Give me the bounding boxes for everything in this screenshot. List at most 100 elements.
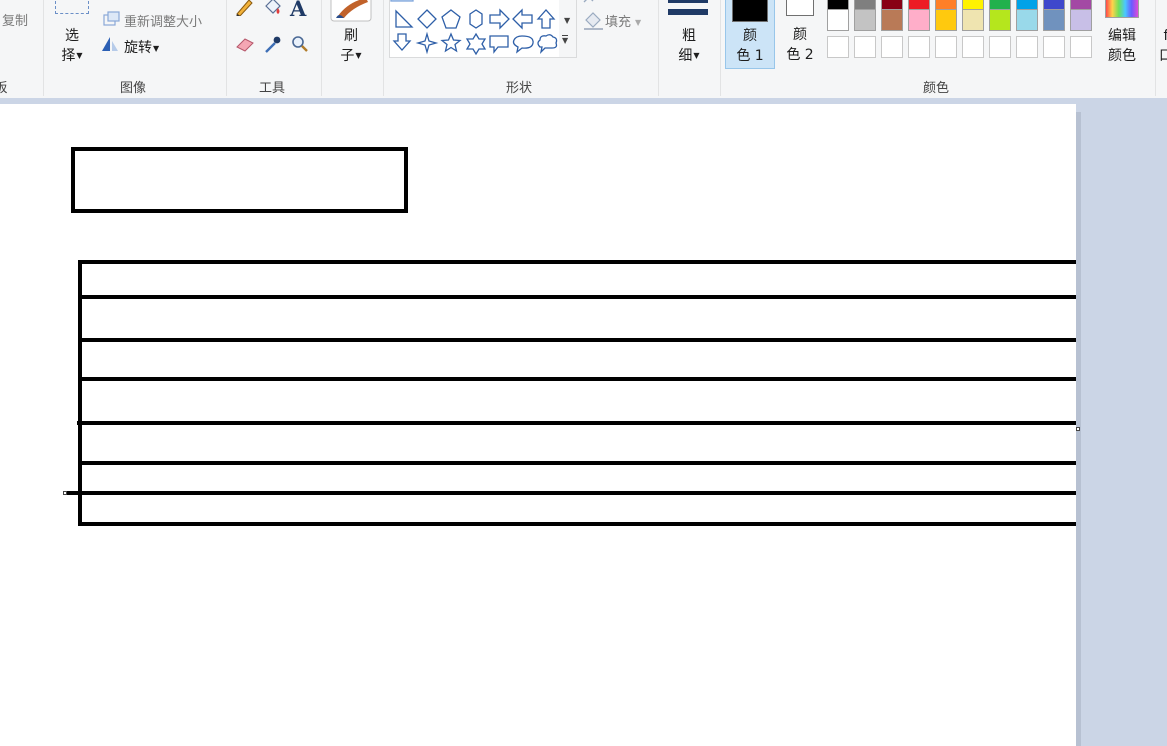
brushes-button[interactable]: 刷 子▼ bbox=[336, 26, 366, 66]
selection-handle[interactable] bbox=[63, 491, 67, 495]
custom-color-slot[interactable] bbox=[935, 36, 957, 58]
palette-swatch[interactable] bbox=[854, 9, 876, 31]
group-separator bbox=[658, 0, 659, 96]
palette-swatch[interactable] bbox=[989, 9, 1011, 31]
palette-swatch[interactable] bbox=[962, 9, 984, 31]
color1-label-line1: 颜 bbox=[743, 28, 757, 44]
fill-icon bbox=[584, 12, 603, 30]
color2-button[interactable]: 颜 色 2 bbox=[776, 25, 824, 65]
color2-label-line2: 色 2 bbox=[786, 47, 814, 63]
ribbon: 复制 板 选 择▼ 重新调整大小 旋转▼ 图像 A 工具 刷 子▼ ▼ ▼ 填充… bbox=[0, 0, 1167, 99]
five-point-star-icon bbox=[440, 32, 462, 53]
pencil-icon[interactable] bbox=[234, 0, 254, 16]
size-label-line1: 粗 bbox=[682, 28, 696, 44]
fill-bucket-icon[interactable] bbox=[262, 0, 284, 16]
custom-color-slot[interactable] bbox=[908, 36, 930, 58]
color2-swatch[interactable] bbox=[786, 0, 814, 16]
edit-colors-line1: 编辑 bbox=[1108, 28, 1136, 44]
color1-label: 颜 色 1 bbox=[726, 26, 774, 66]
size-label-line2: 细 bbox=[678, 48, 693, 64]
palette-swatch[interactable] bbox=[881, 9, 903, 31]
brushes-label-line2: 子 bbox=[340, 48, 355, 64]
select-label-line2: 择 bbox=[61, 48, 76, 64]
custom-color-slot[interactable] bbox=[1070, 36, 1092, 58]
select-button[interactable]: 选 择▼ bbox=[58, 26, 86, 66]
large-drawn-rectangle bbox=[78, 260, 1076, 526]
size-line-thick-icon bbox=[668, 9, 708, 15]
next-group-line1: f bbox=[1163, 28, 1167, 44]
image-group-label: 图像 bbox=[119, 81, 146, 96]
rect-callout-icon bbox=[489, 35, 509, 54]
diamond-icon bbox=[417, 9, 437, 29]
cloud-callout-icon bbox=[537, 34, 558, 54]
custom-color-slot[interactable] bbox=[881, 36, 903, 58]
shapes-gallery-scroll[interactable]: ▼ ▼ bbox=[559, 0, 577, 58]
color-picker-icon[interactable] bbox=[262, 34, 282, 54]
custom-color-slot[interactable] bbox=[1043, 36, 1065, 58]
shapes-group-label: 形状 bbox=[505, 81, 532, 96]
next-group-partial[interactable]: f 口 bbox=[1159, 26, 1167, 66]
edit-colors-button[interactable]: 编辑 颜色 bbox=[1100, 26, 1144, 66]
shapes-gallery bbox=[389, 0, 561, 58]
group-separator bbox=[720, 0, 721, 96]
color1-button[interactable]: 颜 色 1 bbox=[725, 0, 775, 69]
rotate-icon bbox=[102, 37, 118, 51]
palette-swatch[interactable] bbox=[908, 9, 930, 31]
colors-group-label: 颜色 bbox=[922, 81, 949, 96]
chevron-down-icon: ▼ bbox=[693, 51, 700, 60]
chevron-down-icon: ▼ bbox=[153, 43, 160, 53]
chevron-down-icon: ▼ bbox=[635, 18, 642, 27]
right-triangle-icon bbox=[395, 9, 414, 28]
down-arrow-icon bbox=[392, 33, 412, 51]
text-tool-icon[interactable]: A bbox=[290, 0, 306, 21]
next-group-line2: 口 bbox=[1159, 48, 1167, 64]
custom-color-slot[interactable] bbox=[827, 36, 849, 58]
outline-icon[interactable] bbox=[583, 0, 595, 6]
palette-swatch[interactable] bbox=[827, 9, 849, 31]
resize-button[interactable]: 重新调整大小 bbox=[124, 11, 202, 30]
resize-icon bbox=[103, 11, 120, 26]
group-separator bbox=[1155, 0, 1156, 96]
canvas-resize-handle[interactable] bbox=[1076, 427, 1080, 431]
group-separator bbox=[383, 0, 384, 96]
canvas-drawing bbox=[64, 147, 1076, 526]
palette-swatch[interactable] bbox=[1043, 9, 1065, 31]
size-line-icon bbox=[668, 0, 708, 3]
four-point-star-icon bbox=[415, 31, 439, 55]
eraser-icon[interactable] bbox=[234, 35, 256, 53]
left-arrow-icon bbox=[512, 8, 533, 30]
copy-button[interactable]: 复制 bbox=[2, 10, 28, 29]
hexagon-icon bbox=[469, 9, 483, 29]
custom-color-slot[interactable] bbox=[1016, 36, 1038, 58]
fill-button[interactable]: 填充 ▼ bbox=[605, 11, 641, 30]
six-point-star-icon bbox=[465, 32, 487, 56]
brushes-label-line1: 刷 bbox=[344, 28, 358, 44]
group-separator bbox=[43, 0, 44, 96]
custom-color-slot[interactable] bbox=[989, 36, 1011, 58]
custom-color-slot[interactable] bbox=[854, 36, 876, 58]
right-arrow-icon bbox=[489, 8, 510, 30]
group-separator bbox=[226, 0, 227, 96]
group-separator bbox=[321, 0, 322, 96]
drawing-canvas[interactable] bbox=[0, 104, 1076, 746]
edit-colors-line2: 颜色 bbox=[1108, 48, 1136, 64]
oval-callout-icon bbox=[512, 35, 534, 54]
palette-swatch[interactable] bbox=[935, 9, 957, 31]
scroll-down-icon[interactable]: ▼ bbox=[564, 16, 570, 25]
small-drawn-rectangle bbox=[71, 147, 408, 213]
rectangle-shape-icon bbox=[390, 0, 414, 2]
brushes-icon bbox=[330, 0, 372, 22]
rotate-button[interactable]: 旋转▼ bbox=[124, 37, 159, 57]
palette-swatch[interactable] bbox=[1070, 9, 1092, 31]
magnifier-icon[interactable] bbox=[290, 34, 310, 54]
color1-label-line2: 色 1 bbox=[736, 48, 764, 64]
chevron-down-icon: ▼ bbox=[355, 51, 362, 60]
size-button[interactable]: 粗 细▼ bbox=[674, 26, 704, 66]
expand-gallery-icon[interactable]: ▼ bbox=[562, 35, 569, 45]
shapes-gallery-svg bbox=[390, 0, 558, 56]
color2-label-line1: 颜 bbox=[793, 27, 807, 43]
palette-swatch[interactable] bbox=[1016, 9, 1038, 31]
pentagon-icon bbox=[441, 9, 461, 29]
custom-color-slot[interactable] bbox=[962, 36, 984, 58]
color1-swatch bbox=[732, 0, 768, 22]
